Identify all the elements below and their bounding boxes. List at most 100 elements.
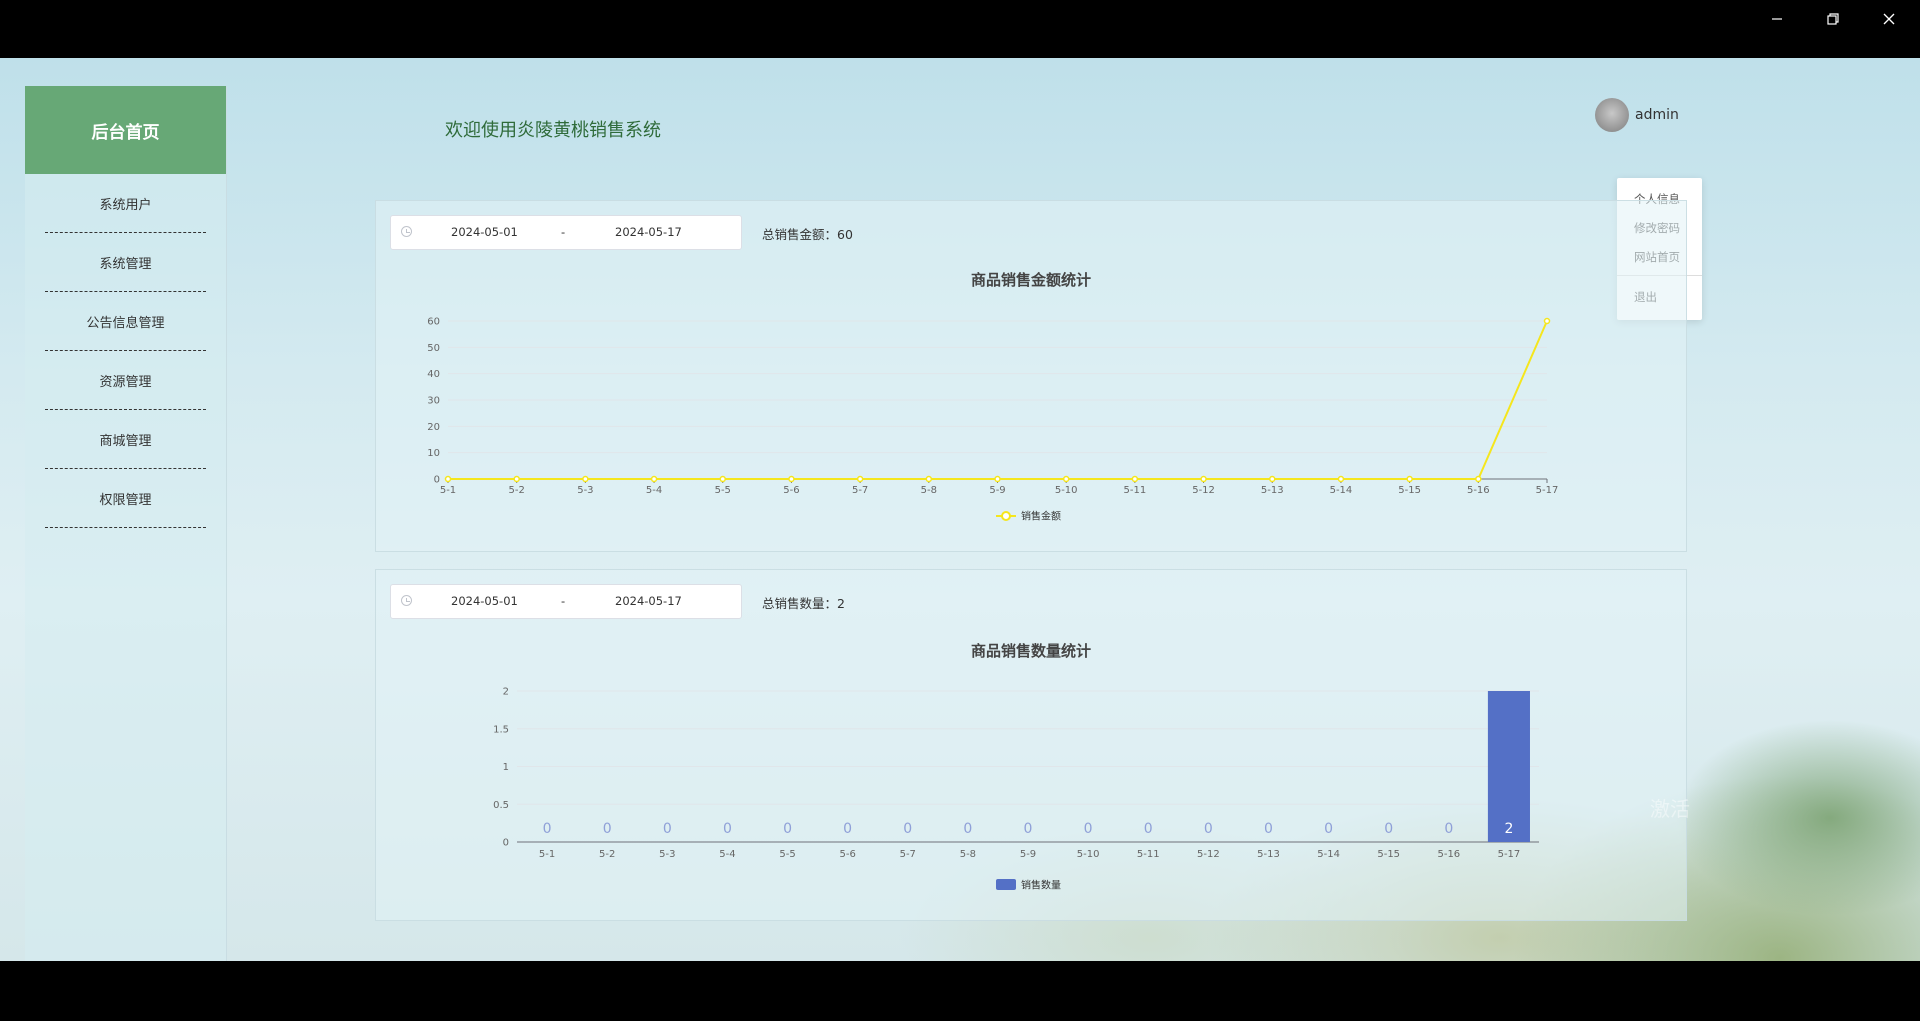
x-tick-label: 5-13 [1261, 485, 1284, 496]
y-tick-label: 10 [427, 448, 440, 459]
bar-value-label: 0 [963, 821, 972, 837]
bar-value-label: 0 [543, 821, 552, 837]
y-tick-label: 1.5 [493, 724, 509, 735]
sidebar-logo[interactable]: 后台首页 [25, 86, 226, 174]
y-tick-label: 2 [503, 687, 509, 698]
y-tick-label: 40 [427, 369, 440, 380]
data-point [994, 475, 1001, 483]
sidebar-item-resources[interactable]: 资源管理 [45, 351, 206, 410]
x-tick-label: 5-11 [1137, 849, 1160, 860]
welcome-title: 欢迎使用炎陵黄桃销售系统 [445, 120, 661, 141]
data-point [925, 475, 933, 483]
bar-value-label: 0 [1264, 821, 1273, 837]
x-tick-label: 5-6 [839, 849, 855, 860]
sidebar-item-announcements[interactable]: 公告信息管理 [45, 292, 206, 351]
bar-value-label: 0 [1204, 821, 1213, 837]
minimize-icon[interactable] [1754, 6, 1800, 32]
x-tick-label: 5-6 [783, 485, 799, 496]
data-point [650, 475, 658, 483]
x-tick-label: 5-17 [1498, 849, 1521, 860]
x-tick-label: 5-12 [1192, 485, 1215, 496]
x-tick-label: 5-3 [577, 485, 593, 496]
restore-icon[interactable] [1810, 6, 1856, 32]
page-viewport: 后台首页 系统用户 系统管理 公告信息管理 资源管理 商城管理 权限管理 欢迎使… [0, 58, 1920, 961]
bar-value-label: 0 [1024, 821, 1033, 837]
legend-label: 销售数量 [1021, 879, 1061, 892]
legend-swatch [996, 879, 1016, 890]
x-tick-label: 5-10 [1077, 849, 1100, 860]
bar-value-label: 0 [1444, 821, 1453, 837]
x-tick-label: 5-4 [719, 849, 735, 860]
data-point [1269, 475, 1276, 483]
bar-value-label: 0 [843, 821, 852, 837]
bar-value-label: 0 [903, 821, 912, 837]
sidebar-item-system-management[interactable]: 系统管理 [45, 233, 206, 292]
x-tick-label: 5-4 [646, 485, 662, 496]
close-icon[interactable] [1866, 6, 1912, 32]
data-point [719, 475, 726, 483]
sidebar-item-system-users[interactable]: 系统用户 [45, 174, 206, 233]
data-point [1337, 475, 1345, 483]
x-tick-label: 5-2 [509, 485, 525, 496]
x-tick-label: 5-8 [921, 485, 937, 496]
x-tick-label: 5-5 [715, 485, 731, 496]
sidebar-item-mall[interactable]: 商城管理 [45, 410, 206, 469]
chart-title: 商品销售数量统计 [971, 642, 1091, 660]
bar-value-label: 0 [603, 821, 612, 837]
x-tick-label: 5-15 [1398, 485, 1421, 496]
bar-value-label: 0 [1384, 821, 1393, 837]
x-tick-label: 5-13 [1257, 849, 1280, 860]
sidebar: 后台首页 系统用户 系统管理 公告信息管理 资源管理 商城管理 权限管理 [25, 86, 227, 961]
avatar[interactable] [1595, 98, 1629, 132]
bar [1487, 691, 1530, 842]
data-point [1543, 317, 1551, 325]
y-tick-label: 1 [503, 762, 509, 773]
sales-quantity-panel: 2024-05-01 - 2024-05-17 总销售数量：2 商品销售数量统计… [375, 569, 1687, 921]
y-tick-label: 0.5 [493, 800, 509, 811]
x-tick-label: 5-7 [900, 849, 916, 860]
admin-page: 后台首页 系统用户 系统管理 公告信息管理 资源管理 商城管理 权限管理 欢迎使… [25, 86, 1900, 961]
username[interactable]: admin [1635, 107, 1679, 123]
user-menu-trigger[interactable]: admin [1595, 98, 1695, 138]
data-point [1475, 475, 1482, 483]
bar-value-label: 0 [1324, 821, 1333, 837]
activation-watermark: 激活 [1650, 797, 1690, 821]
bar-value-label: 0 [1084, 821, 1093, 837]
legend-marker [1001, 511, 1011, 521]
data-point [1062, 475, 1070, 483]
x-tick-label: 5-15 [1377, 849, 1400, 860]
y-tick-label: 20 [427, 422, 440, 433]
x-tick-label: 5-17 [1536, 485, 1559, 496]
x-tick-label: 5-9 [989, 485, 1005, 496]
x-tick-label: 5-5 [779, 849, 795, 860]
bar-value-label: 0 [783, 821, 792, 837]
bar-value-label: 0 [723, 821, 732, 837]
bar-value-label: 0 [1144, 821, 1153, 837]
sidebar-item-permissions[interactable]: 权限管理 [45, 469, 206, 528]
bar-value-label: 2 [1504, 821, 1513, 837]
x-tick-label: 5-16 [1437, 849, 1460, 860]
x-tick-label: 5-16 [1467, 485, 1490, 496]
data-point [582, 475, 589, 483]
x-tick-label: 5-9 [1020, 849, 1036, 860]
data-point [856, 475, 864, 483]
y-tick-label: 0 [434, 475, 440, 486]
y-tick-label: 60 [427, 317, 440, 328]
data-point [1406, 475, 1413, 483]
data-point [444, 475, 452, 483]
bottom-bar [0, 961, 1920, 1021]
x-tick-label: 5-10 [1055, 485, 1078, 496]
x-tick-label: 5-1 [440, 485, 456, 496]
x-tick-label: 5-12 [1197, 849, 1220, 860]
sales-amount-chart: 商品销售金额统计 0 10 20 30 40 50 60 5-1 5-2 5-3 5-4 5-5 5-6 5… [427, 271, 1559, 523]
window-titlebar [0, 0, 1920, 58]
sales-quantity-chart: 商品销售数量统计00.511.525-105-205-305-405-505-6… [493, 642, 1539, 892]
data-point [1200, 475, 1207, 483]
legend-label: 销售金额 [1021, 510, 1061, 523]
x-tick-label: 5-7 [852, 485, 868, 496]
x-tick-label: 5-14 [1317, 849, 1340, 860]
bar-value-label: 0 [663, 821, 672, 837]
y-tick-label: 0 [503, 838, 509, 849]
x-tick-label: 5-8 [960, 849, 976, 860]
chart-title: 商品销售金额统计 [971, 271, 1091, 289]
